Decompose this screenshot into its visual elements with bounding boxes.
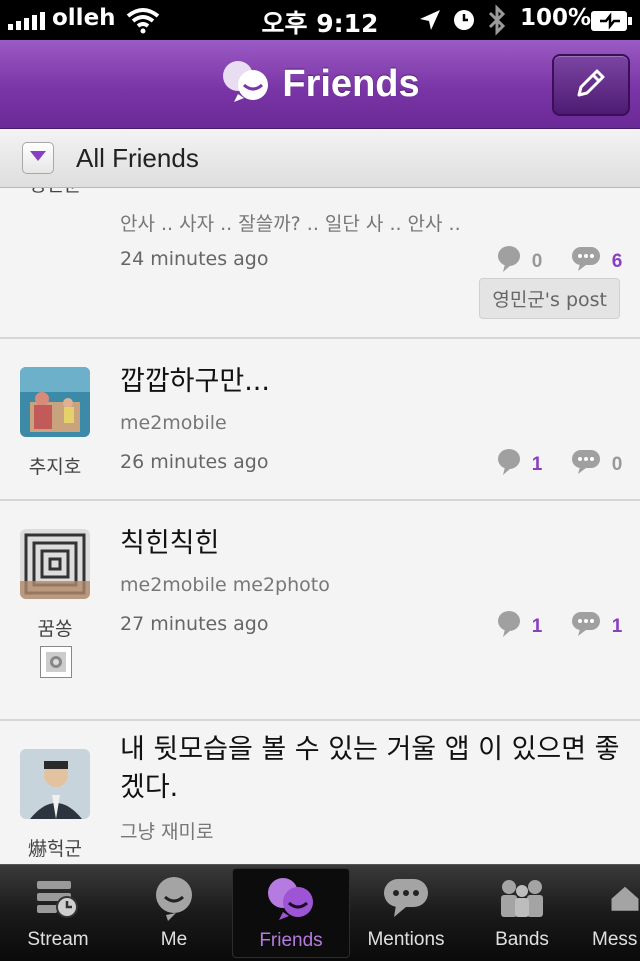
metoo-icon [496,447,522,483]
rotation-lock-icon [452,8,476,36]
dropdown-button[interactable] [22,142,54,174]
post-title[interactable]: 내 뒷모습을 볼 수 있는 거울 앱 이 있으면 좋겠다. [120,731,620,807]
location-arrow-icon [418,8,442,36]
metoo-count[interactable]: 0 [526,251,548,273]
battery-percent: 100% [520,5,592,31]
tab-mentions[interactable]: Mentions [348,865,464,961]
nav-bar: Friends [0,40,640,129]
tab-bar: Stream Me Friends Mentions Bands Mess [0,864,640,961]
friends-filter-bar[interactable]: All Friends [0,129,640,188]
post-counts: 1 1 [496,609,628,645]
feed-post[interactable]: 영민군 안사 .. 사자 .. 잘쓸까? .. 일단 사 .. 안사 .. 24… [0,188,640,339]
post-time: 26 minutes ago [120,451,269,473]
battery-charging-icon [590,10,634,36]
comment-icon [570,610,602,644]
post-title[interactable]: 칙힌칙힌 [120,525,620,563]
photo-attachment-icon[interactable] [40,646,72,678]
metoo-count[interactable]: 1 [526,616,548,638]
comment-count[interactable]: 0 [606,454,628,476]
pencil-icon [573,65,609,106]
post-author[interactable]: 꿈쏭 [0,614,110,641]
bluetooth-icon [486,4,508,40]
comment-icon [570,448,602,482]
post-time: 24 minutes ago [120,248,269,270]
tab-label: Bands [495,929,549,950]
comment-count[interactable]: 6 [606,251,628,273]
tab-bands[interactable]: Bands [464,865,580,961]
friends-icon [233,876,349,922]
post-tags[interactable]: me2mobile [120,412,227,434]
tab-label: Mess [592,929,638,950]
stream-icon [0,875,116,921]
tab-label: Mentions [367,929,445,950]
status-bar: olleh 오후 9:12 100% [0,0,640,40]
tab-messages[interactable]: Mess [580,865,640,961]
tab-stream[interactable]: Stream [0,865,116,961]
tab-label: Me [160,929,188,950]
friends-feed[interactable]: 영민군 안사 .. 사자 .. 잘쓸까? .. 일단 사 .. 안사 .. 24… [0,188,640,864]
comment-count[interactable]: 1 [606,616,628,638]
chevron-down-icon [29,149,47,167]
filter-label: All Friends [76,143,199,173]
friends-logo-icon [220,58,272,111]
metoo-icon [496,609,522,645]
post-author[interactable]: 爀헉군 [0,834,110,861]
post-author[interactable]: 영민군 [0,188,110,197]
post-time: 27 minutes ago [120,613,269,635]
tab-me[interactable]: Me [116,865,232,961]
feed-post[interactable]: 爀헉군 내 뒷모습을 볼 수 있는 거울 앱 이 있으면 좋겠다. 그냥 재미로 [0,721,640,864]
tab-label: Friends [259,930,323,951]
feed-post[interactable]: 추지호 깝깝하구만... me2mobile 26 minutes ago 1 … [0,339,640,501]
metoo-count[interactable]: 1 [526,454,548,476]
post-author[interactable]: 추지호 [0,452,110,479]
post-tags[interactable]: me2mobile me2photo [120,574,330,596]
me-icon [116,875,232,921]
compose-button[interactable] [552,54,630,116]
post-counts: 1 0 [496,447,628,483]
avatar[interactable] [20,367,90,437]
post-tags[interactable]: 안사 .. 사자 .. 잘쓸까? .. 일단 사 .. 안사 .. [120,209,461,236]
feed-post[interactable]: 꿈쏭 칙힌칙힌 me2mobile me2photo 27 minutes ag… [0,501,640,721]
tab-friends[interactable]: Friends [232,868,350,958]
messages-icon [580,875,640,921]
post-counts: 0 6 [496,244,628,280]
mentions-icon [348,875,464,921]
page-title: Friends [282,62,420,105]
post-title[interactable]: 깝깝하구만... [120,363,620,401]
metoo-icon [496,244,522,280]
post-reference-button[interactable]: 영민군's post [479,278,620,319]
tab-label: Stream [27,929,89,950]
avatar[interactable] [20,749,90,819]
avatar[interactable] [20,529,90,599]
post-tags[interactable]: 그냥 재미로 [120,817,213,844]
comment-icon [570,245,602,279]
bands-icon [464,875,580,921]
